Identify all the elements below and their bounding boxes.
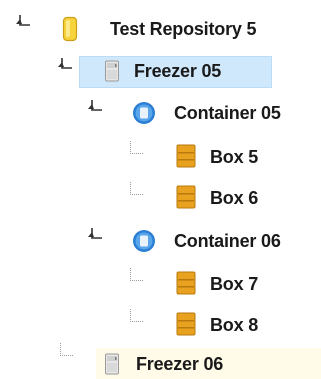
node-label: Container 06: [174, 230, 281, 251]
tree-connector: [130, 141, 143, 154]
tree-node-box-5[interactable]: Box 5: [210, 142, 258, 172]
tree-node-container-06[interactable]: Container 06: [174, 226, 281, 256]
tree-node-freezer-05[interactable]: Freezer 05: [134, 56, 221, 86]
node-label: Box 7: [210, 273, 259, 294]
tree-view: Test Repository 5 Freezer 05 Container 0…: [0, 0, 321, 379]
tree-node-box-8[interactable]: Box 8: [210, 310, 258, 340]
tree-connector: [130, 309, 143, 322]
box-icon: [176, 185, 196, 209]
box-icon: [176, 271, 196, 295]
node-label: Freezer 05: [134, 60, 222, 81]
freezer-icon: [105, 353, 119, 375]
node-label: Box 8: [210, 314, 259, 335]
box-icon: [176, 312, 196, 336]
tree-connector: [130, 182, 143, 195]
node-label: Freezer 06: [136, 353, 224, 374]
tree-node-test-repository-5[interactable]: Test Repository 5: [110, 14, 257, 44]
container-icon: [133, 230, 155, 252]
box-icon: [176, 144, 196, 168]
tree-connector: [60, 343, 73, 356]
node-label: Test Repository 5: [110, 18, 257, 39]
tree-node-box-7[interactable]: Box 7: [210, 269, 258, 299]
node-label: Box 5: [210, 146, 259, 167]
container-icon: [133, 102, 155, 124]
node-label: Box 6: [210, 187, 259, 208]
node-label: Container 05: [174, 102, 281, 123]
repository-icon: [62, 16, 78, 42]
tree-node-freezer-06[interactable]: Freezer 06: [136, 349, 223, 379]
tree-node-container-05[interactable]: Container 05: [174, 98, 281, 128]
expanded-arrow-icon[interactable]: [86, 227, 104, 241]
tree-node-box-6[interactable]: Box 6: [210, 183, 258, 213]
expanded-arrow-icon[interactable]: [14, 14, 32, 28]
expanded-arrow-icon[interactable]: [86, 99, 104, 113]
expanded-arrow-icon[interactable]: [56, 57, 74, 71]
freezer-icon: [105, 60, 119, 82]
tree-connector: [130, 268, 143, 281]
